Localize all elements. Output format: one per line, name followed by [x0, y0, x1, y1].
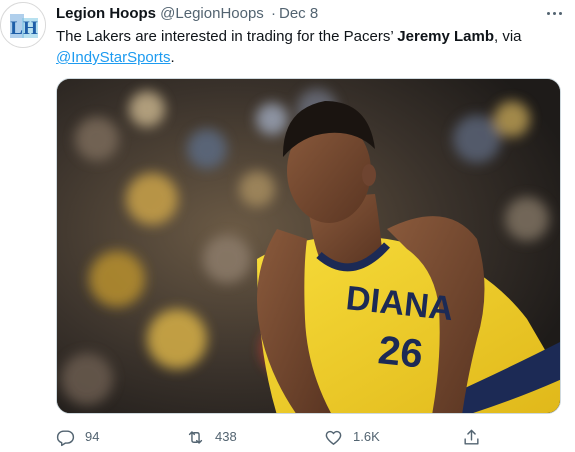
- author-name[interactable]: Legion Hoops: [56, 5, 156, 22]
- player-photo: DIANA 26: [57, 79, 560, 413]
- avatar-logo-text: LH: [10, 18, 38, 39]
- reply-icon: [56, 429, 75, 446]
- tweet[interactable]: LH Legion Hoops @LegionHoops · Dec 8 The …: [0, 0, 575, 452]
- tweet-header: Legion Hoops @LegionHoops · Dec 8: [56, 4, 535, 24]
- header-separator: ·: [270, 5, 276, 22]
- tweet-text-bold: Jeremy Lamb: [397, 28, 495, 45]
- author-handle[interactable]: @LegionHoops: [160, 5, 264, 22]
- reply-button[interactable]: 94: [56, 426, 99, 448]
- more-dot: [558, 11, 562, 15]
- tweet-date[interactable]: Dec 8: [279, 5, 318, 22]
- more-options-button[interactable]: [541, 2, 567, 24]
- legion-hoops-logo: LH: [1, 3, 45, 47]
- retweet-count: 438: [215, 429, 237, 444]
- mention-link[interactable]: @IndyStarSports: [56, 49, 170, 66]
- like-button[interactable]: 1.6K: [324, 426, 380, 448]
- like-count: 1.6K: [353, 429, 380, 444]
- retweet-button[interactable]: 438: [186, 426, 237, 448]
- tweet-text: The Lakers are interested in trading for…: [56, 26, 556, 68]
- retweet-icon: [188, 430, 203, 444]
- share-icon: [464, 429, 479, 445]
- tweet-actions: 94 438 1.6K: [56, 426, 516, 448]
- jersey-number: 26: [376, 328, 425, 376]
- more-dot: [552, 11, 556, 15]
- more-dot: [546, 11, 550, 15]
- tweet-text-part: The Lakers are interested in trading for…: [56, 28, 398, 45]
- tweet-media-photo[interactable]: DIANA 26: [56, 78, 561, 414]
- author-avatar[interactable]: LH: [0, 2, 46, 48]
- tweet-text-end: .: [170, 49, 175, 66]
- heart-icon: [325, 430, 342, 445]
- tweet-text-part: , via: [494, 28, 522, 45]
- share-button[interactable]: [462, 426, 491, 448]
- reply-count: 94: [85, 429, 100, 444]
